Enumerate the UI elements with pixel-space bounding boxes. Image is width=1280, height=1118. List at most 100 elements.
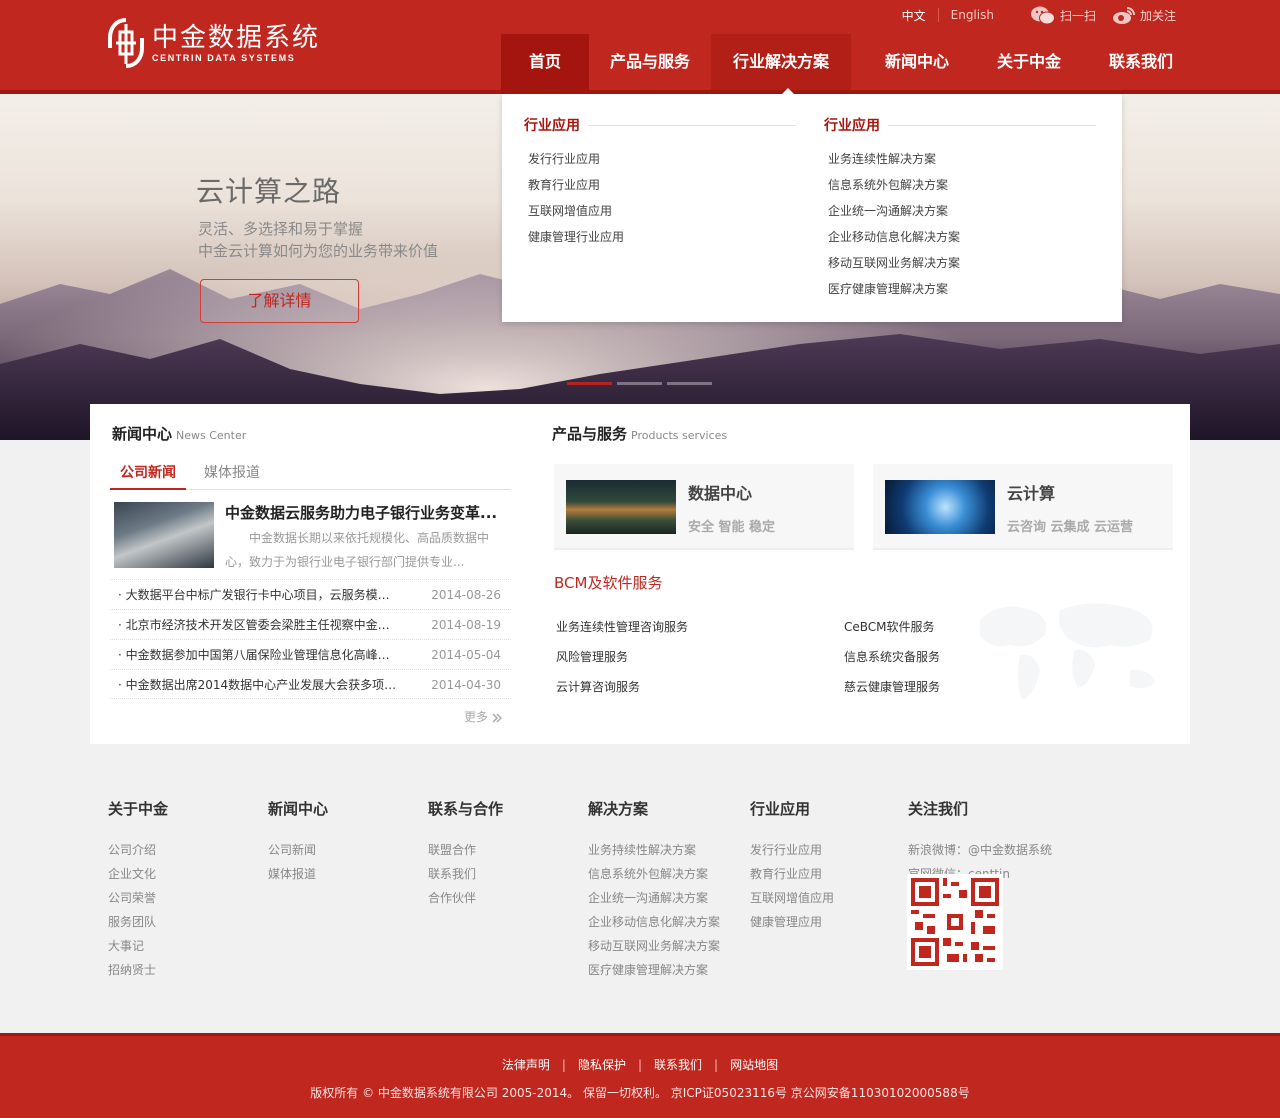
logo-cn-text: 中金数据系统	[152, 23, 321, 53]
footer-link[interactable]: 企业统一沟通解决方案	[588, 886, 720, 910]
sitemap-link[interactable]: 网站地图	[730, 1058, 778, 1072]
tab-company-news[interactable]: 公司新闻	[110, 460, 186, 490]
contact-link[interactable]: 联系我们	[654, 1058, 702, 1072]
list-item[interactable]: · 中金数据参加中国第八届保险业管理信息化高峰论坛 2014-05-04	[110, 639, 511, 669]
tab-media-reports[interactable]: 媒体报道	[194, 460, 270, 490]
dropdown-item[interactable]: 移动互联网业务解决方案	[824, 250, 1096, 276]
footer-link[interactable]: 互联网增值应用	[750, 886, 834, 910]
bcm-service-link[interactable]: 云计算咨询服务	[556, 678, 640, 695]
privacy-link[interactable]: 隐私保护	[578, 1058, 626, 1072]
banner-title: 云计算之路	[196, 175, 342, 208]
site-footer: 法律声明 | 隐私保护 | 联系我们 | 网站地图 版权所有 © 中金数据系统有限公司 20…	[0, 1033, 1280, 1118]
nav-products[interactable]: 产品与服务	[589, 34, 711, 90]
legal-notice-link[interactable]: 法律声明	[502, 1058, 550, 1072]
wechat-qr-code-image	[907, 874, 1003, 970]
list-item[interactable]: · 大数据平台中标广发银行卡中心项目，云服务模式获认可 2014-08-26	[110, 579, 511, 609]
footer-link[interactable]: 教育行业应用	[750, 862, 834, 886]
datacenter-image	[566, 480, 676, 534]
news-item-title[interactable]: · 中金数据出席2014数据中心产业发展大会获多项荣誉	[110, 670, 400, 698]
footer-link[interactable]: 合作伙伴	[428, 886, 503, 910]
news-item-title[interactable]: · 大数据平台中标广发银行卡中心项目，云服务模式获认可	[110, 580, 400, 609]
weibo-follow-link[interactable]: 加关注	[1112, 5, 1176, 25]
footer-column-title: 解决方案	[588, 800, 649, 818]
footer-link[interactable]: 大事记	[108, 934, 168, 958]
nav-news[interactable]: 新闻中心	[851, 34, 983, 90]
featured-news-image[interactable]	[114, 502, 214, 568]
news-item-title[interactable]: · 北京市经济技术开发区管委会梁胜主任视察中金数据	[110, 610, 400, 639]
footer-legal-links: 法律声明 | 隐私保护 | 联系我们 | 网站地图	[501, 1058, 779, 1072]
footer-column-title: 关注我们	[908, 800, 969, 818]
footer-link[interactable]: 联系我们	[428, 862, 503, 886]
footer-link[interactable]: 企业移动信息化解决方案	[588, 910, 720, 934]
footer-link[interactable]: 业务持续性解决方案	[588, 838, 720, 862]
news-item-date: 2014-04-30	[431, 678, 501, 692]
dropdown-item[interactable]: 发行行业应用	[524, 146, 796, 172]
news-item-date: 2014-05-04	[431, 648, 501, 662]
footer-link[interactable]: 健康管理应用	[750, 910, 834, 934]
footer-link[interactable]: 移动互联网业务解决方案	[588, 934, 720, 958]
product-card-cloud[interactable]: 云计算 云咨询 云集成 云运营	[873, 464, 1173, 550]
footer-column-solutions: 解决方案 业务持续性解决方案 信息系统外包解决方案 企业统一沟通解决方案 企业移…	[588, 798, 720, 982]
dropdown-column: 行业应用 业务连续性解决方案 信息系统外包解决方案 企业统一沟通解决方案 企业移…	[824, 114, 1096, 302]
featured-news-title[interactable]: 中金数据云服务助力电子银行业务变革...	[225, 502, 505, 523]
dropdown-item[interactable]: 医疗健康管理解决方案	[824, 276, 1096, 302]
dropdown-column: 行业应用 发行行业应用 教育行业应用 互联网增值应用 健康管理行业应用	[524, 114, 796, 250]
news-section-title: 新闻中心 News Center	[112, 425, 247, 443]
solutions-dropdown-menu: 行业应用 发行行业应用 教育行业应用 互联网增值应用 健康管理行业应用 行业应用…	[502, 94, 1122, 322]
carousel-dot[interactable]	[567, 382, 612, 385]
nav-solutions[interactable]: 行业解决方案	[711, 34, 851, 90]
dropdown-item[interactable]: 互联网增值应用	[524, 198, 796, 224]
dropdown-item[interactable]: 健康管理行业应用	[524, 224, 796, 250]
footer-link[interactable]: 媒体报道	[268, 862, 328, 886]
product-card-datacenter[interactable]: 数据中心 安全 智能 稳定	[554, 464, 854, 550]
footer-link[interactable]: 服务团队	[108, 910, 168, 934]
dropdown-item[interactable]: 信息系统外包解决方案	[824, 172, 1096, 198]
footer-link[interactable]: 联盟合作	[428, 838, 503, 862]
bcm-service-link[interactable]: 业务连续性管理咨询服务	[556, 618, 688, 635]
footer-column-follow: 关注我们 新浪微博：@中金数据系统 官网微信：centtin	[908, 798, 1052, 886]
list-item[interactable]: · 北京市经济技术开发区管委会梁胜主任视察中金数据 2014-08-19	[110, 609, 511, 639]
news-item-date: 2014-08-19	[431, 618, 501, 632]
footer-link[interactable]: 医疗健康管理解决方案	[588, 958, 720, 982]
footer-link[interactable]: 企业文化	[108, 862, 168, 886]
list-item[interactable]: · 中金数据出席2014数据中心产业发展大会获多项荣誉 2014-04-30	[110, 669, 511, 699]
dropdown-item[interactable]: 业务连续性解决方案	[824, 146, 1096, 172]
site-logo[interactable]: 中金数据系统 CENTRIN DATA SYSTEMS	[106, 18, 320, 68]
news-more-link[interactable]: 更多	[464, 708, 502, 725]
footer-column-title: 新闻中心	[268, 800, 329, 818]
banner-subtitle-line1: 灵活、多选择和易于掌握	[198, 220, 364, 238]
dropdown-item[interactable]: 教育行业应用	[524, 172, 796, 198]
footer-link[interactable]: 信息系统外包解决方案	[588, 862, 720, 886]
dropdown-item[interactable]: 企业移动信息化解决方案	[824, 224, 1096, 250]
learn-more-button[interactable]: 了解详情	[200, 279, 359, 323]
nav-about[interactable]: 关于中金	[983, 34, 1075, 90]
logo-en-text: CENTRIN DATA SYSTEMS	[152, 53, 296, 63]
wechat-scan-link[interactable]: 扫一扫	[1030, 5, 1096, 25]
bcm-section-title: BCM及软件服务	[554, 574, 663, 592]
bcm-service-link[interactable]: 风险管理服务	[556, 648, 628, 665]
featured-news[interactable]: 中金数据云服务助力电子银行业务变革... 中金数据长期以来依托规模化、高品质数据…	[114, 502, 504, 574]
wechat-icon	[1030, 6, 1055, 25]
lang-cn-link[interactable]: 中文	[890, 7, 938, 24]
nav-contact[interactable]: 联系我们	[1075, 34, 1207, 90]
featured-news-desc: 中金数据长期以来依托规模化、高品质数据中心，致力于为银行业电子银行部门提供专业.…	[225, 531, 490, 569]
dropdown-column-title: 行业应用	[524, 118, 580, 134]
footer-link[interactable]: 招纳贤士	[108, 958, 168, 982]
carousel-dot[interactable]	[667, 382, 712, 385]
footer-link[interactable]: 公司荣誉	[108, 886, 168, 910]
news-section-title-en: News Center	[176, 429, 247, 442]
lang-en-link[interactable]: English	[937, 8, 1006, 22]
nav-home[interactable]: 首页	[501, 34, 589, 90]
footer-link[interactable]: 公司新闻	[268, 838, 328, 862]
news-item-title[interactable]: · 中金数据参加中国第八届保险业管理信息化高峰论坛	[110, 640, 400, 669]
footer-link[interactable]: 公司介绍	[108, 838, 168, 862]
news-item-date: 2014-08-26	[431, 588, 501, 602]
products-section-title: 产品与服务 Products services	[552, 425, 728, 443]
carousel-dot[interactable]	[617, 382, 662, 385]
bcm-service-link[interactable]: CeBCM软件服务	[844, 618, 935, 635]
bcm-service-link[interactable]: 信息系统灾备服务	[844, 648, 940, 665]
dropdown-item[interactable]: 企业统一沟通解决方案	[824, 198, 1096, 224]
footer-link[interactable]: 发行行业应用	[750, 838, 834, 862]
bcm-service-link[interactable]: 慈云健康管理服务	[844, 678, 940, 695]
footer-weibo-text[interactable]: 新浪微博：@中金数据系统	[908, 838, 1052, 862]
